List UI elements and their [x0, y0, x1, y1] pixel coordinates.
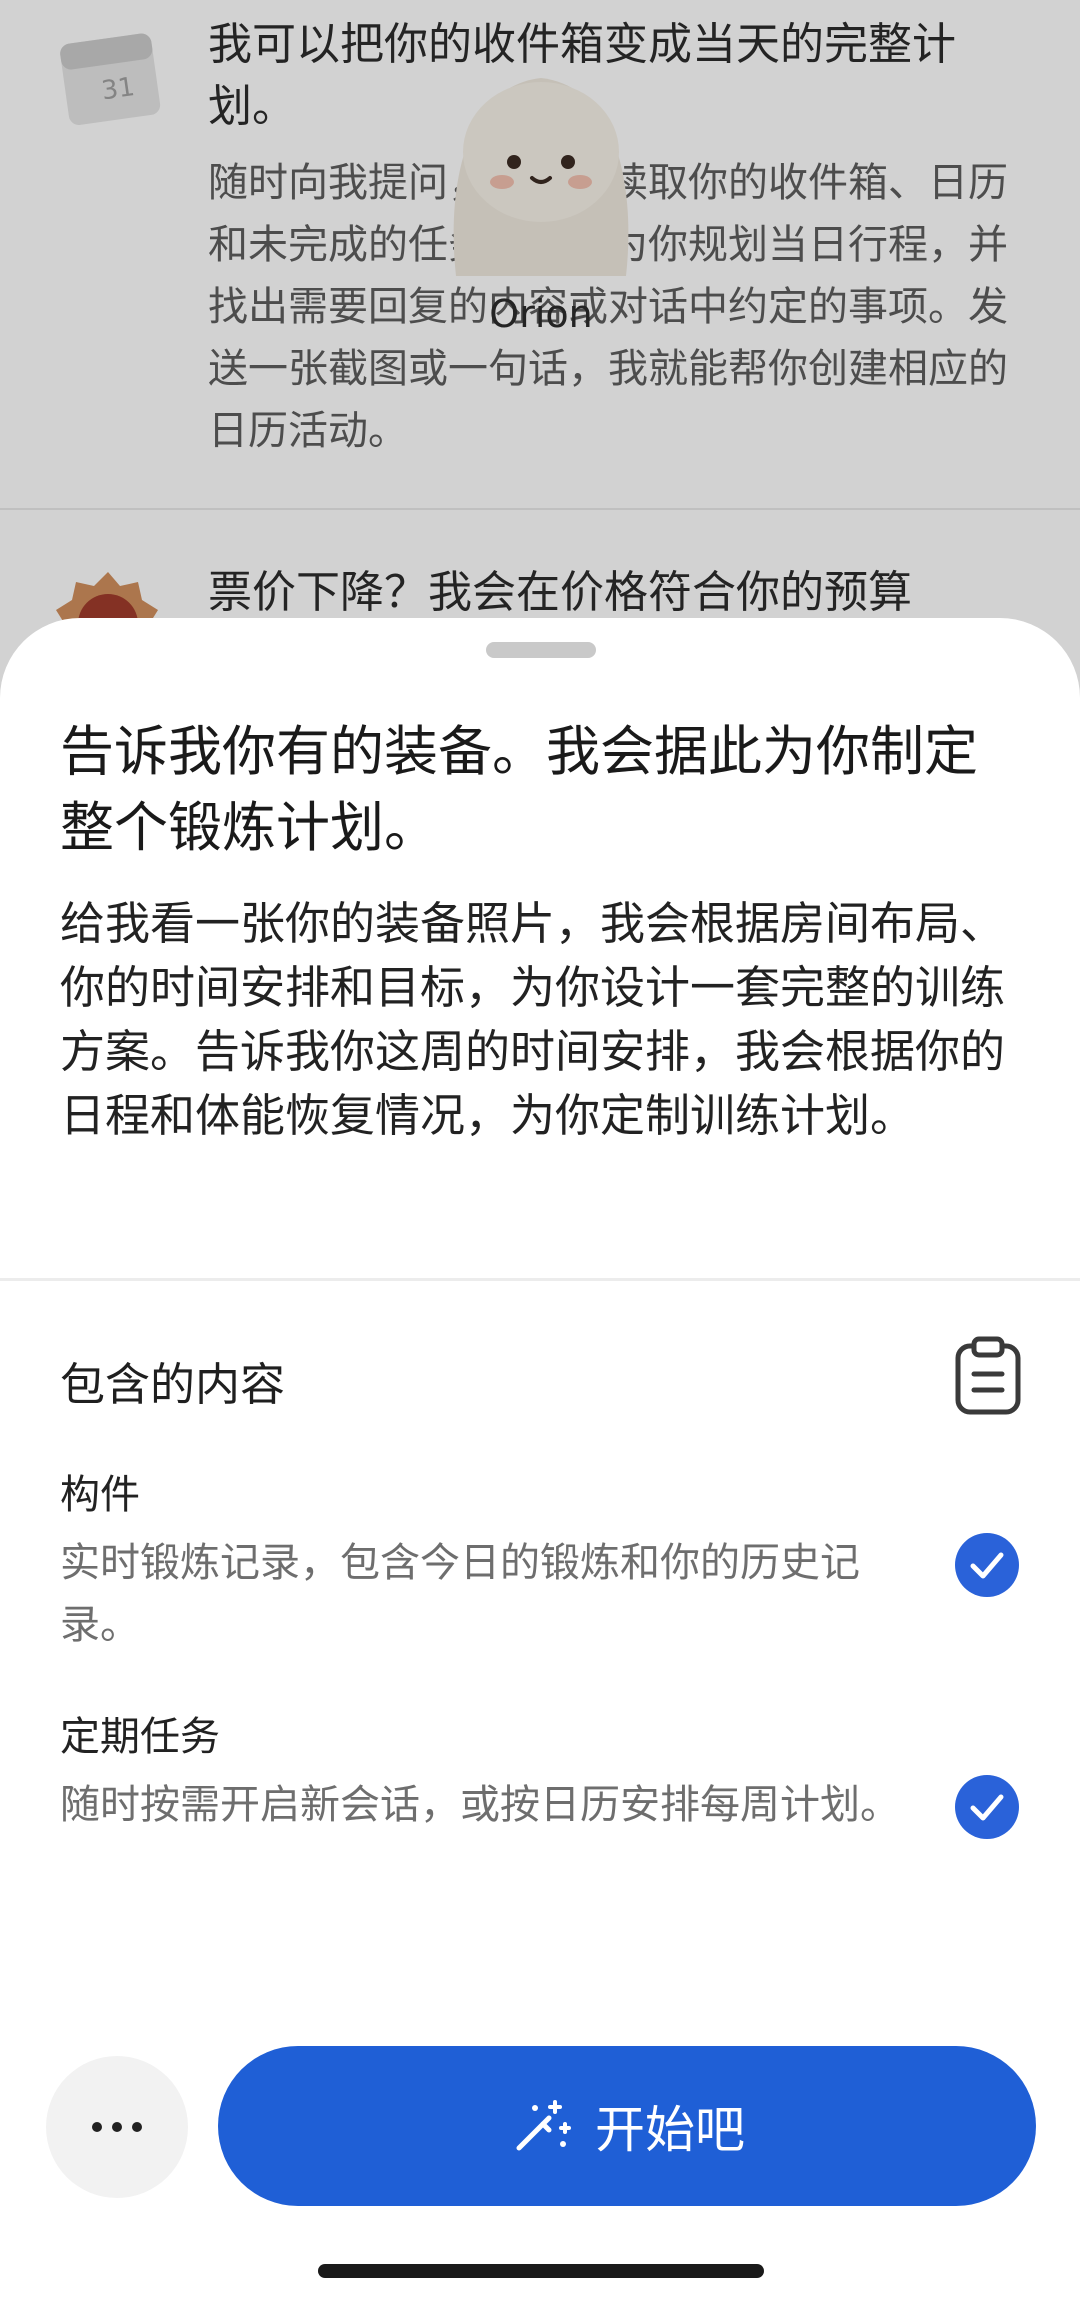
- feature-description: 随时按需开启新会话，或按日历安排每周计划。: [60, 1782, 900, 1828]
- drag-handle[interactable]: [486, 642, 596, 658]
- more-options-button[interactable]: [46, 2056, 188, 2198]
- feature-name: 定期任务: [60, 1714, 220, 1760]
- start-button-label: 开始吧: [595, 2101, 745, 2159]
- sheet-description: 给我看一张你的装备照片，我会根据房间布局、你的时间安排和目标，为你设计一套完整的…: [60, 897, 1006, 1142]
- feature-name: 构件: [60, 1472, 140, 1518]
- start-button[interactable]: 开始吧: [218, 2046, 1036, 2206]
- feature-widget: 构件 实时锻炼记录，包含今日的锻炼和你的历史记录。: [60, 1468, 1020, 1656]
- checkmark-icon[interactable]: [954, 1532, 1020, 1598]
- clipboard-icon: [955, 1336, 1021, 1415]
- section-label-included: 包含的内容: [60, 1358, 286, 1411]
- checkmark-icon[interactable]: [954, 1774, 1020, 1840]
- sheet-title: 告诉我你有的装备。我会据此为你制定整个锻炼计划。: [60, 720, 978, 859]
- magic-wand-icon: [516, 2100, 571, 2151]
- home-indicator[interactable]: [318, 2264, 764, 2278]
- feature-description: 实时锻炼记录，包含今日的锻炼和你的历史记录。: [60, 1540, 860, 1648]
- divider: [0, 1278, 1080, 1281]
- more-horizontal-icon: [92, 2122, 142, 2132]
- feature-scheduled-task: 定期任务 随时按需开启新会话，或按日历安排每周计划。: [60, 1710, 1020, 1839]
